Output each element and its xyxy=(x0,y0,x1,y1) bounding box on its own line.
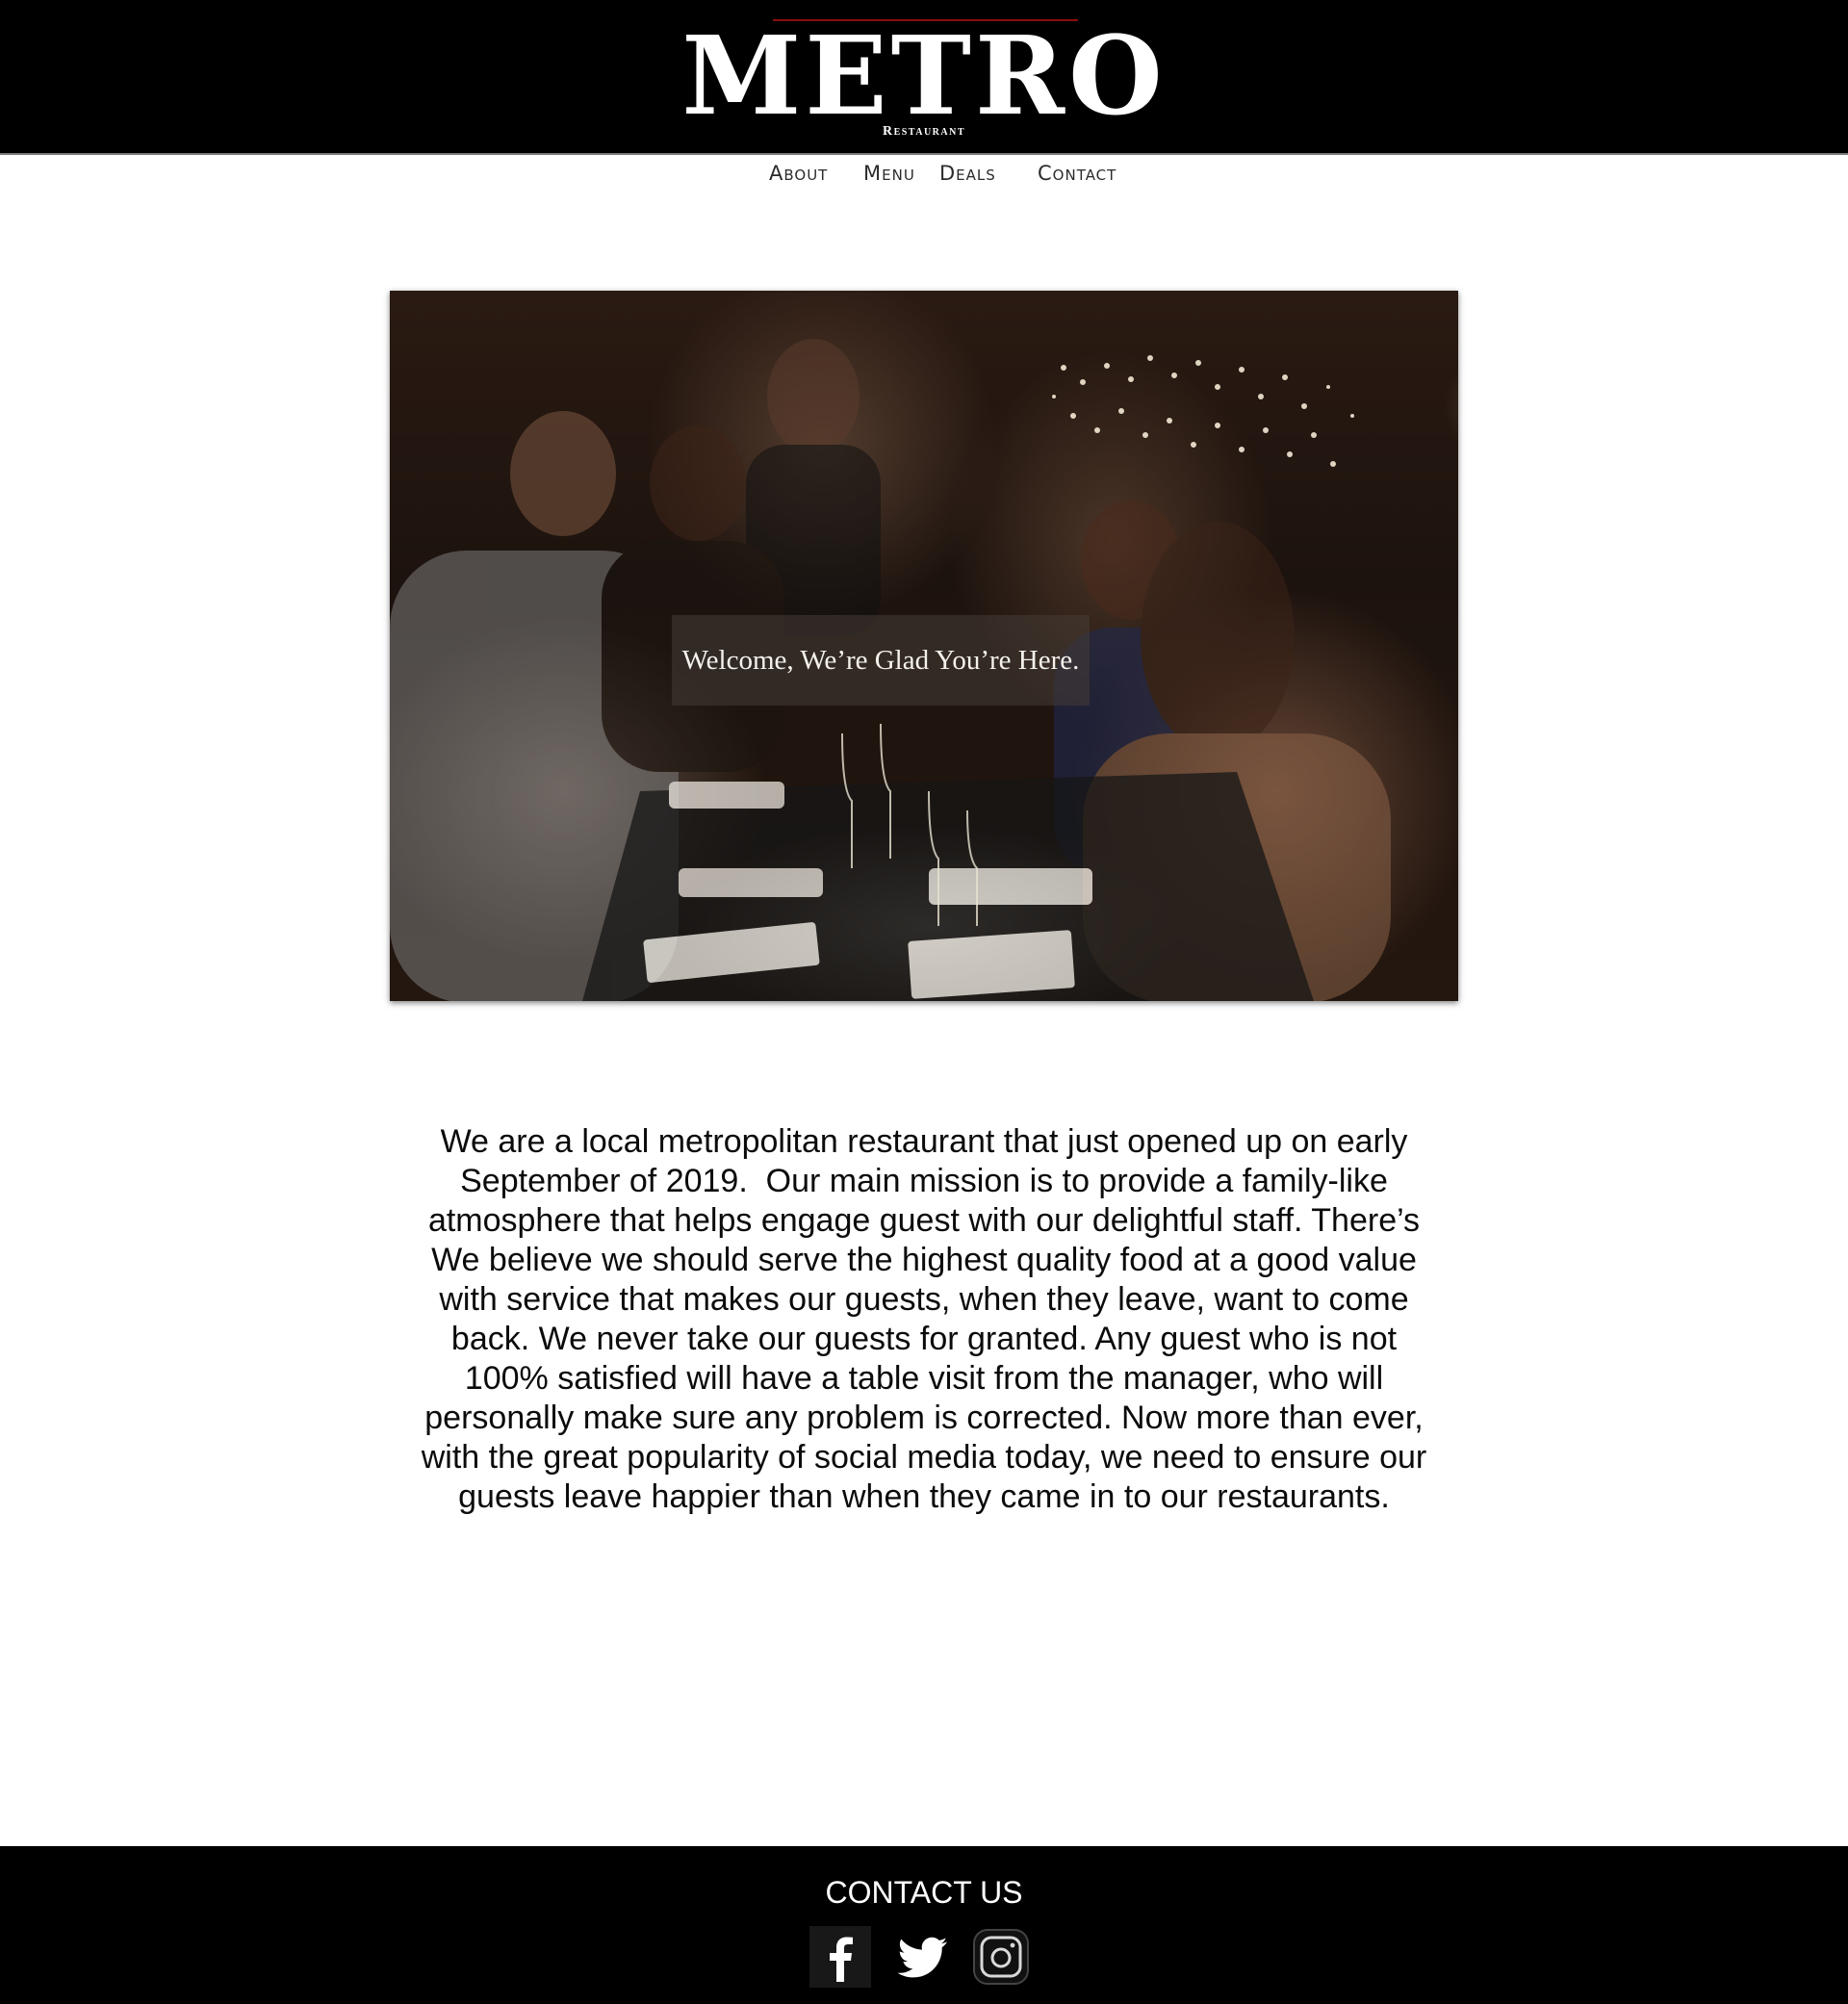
nav-deals[interactable]: Deals xyxy=(939,162,996,185)
site-logo[interactable]: METRO xyxy=(0,23,1848,131)
main-nav: About Menu Deals Contact xyxy=(0,162,1848,191)
nav-contact[interactable]: Contact xyxy=(1038,162,1116,185)
about-section: We are a local metropolitan restaurant t… xyxy=(395,1122,1453,1517)
about-line: with the great popularity of social medi… xyxy=(421,1439,1427,1476)
about-line: with service that makes our guests, when… xyxy=(439,1281,1409,1318)
footer-title: CONTACT US xyxy=(825,1875,1023,1910)
about-line: We believe we should serve the highest q… xyxy=(431,1242,1417,1278)
about-line: personally make sure any problem is corr… xyxy=(424,1400,1424,1436)
facebook-icon[interactable] xyxy=(809,1926,871,1988)
about-line: atmosphere that helps engage guest with … xyxy=(427,1202,1421,1239)
about-line: September of 2019. Our main mission is t… xyxy=(460,1163,1388,1199)
about-line: guests leave happier than when they came… xyxy=(458,1478,1390,1515)
nav-about[interactable]: About xyxy=(769,162,828,185)
twitter-icon[interactable] xyxy=(891,1926,953,1988)
instagram-icon[interactable] xyxy=(970,1926,1032,1988)
nav-menu[interactable]: Menu xyxy=(863,162,915,185)
logo-subtitle: Restaurant xyxy=(882,124,966,139)
about-line: We are a local metropolitan restaurant t… xyxy=(440,1123,1408,1160)
hero-image: Welcome, We’re Glad You’re Here. xyxy=(390,291,1458,1001)
site-header: METRO Restaurant xyxy=(0,0,1848,155)
about-line: back. We never take our guests for grant… xyxy=(450,1321,1398,1357)
hero-caption: Welcome, We’re Glad You’re Here. xyxy=(681,644,1080,676)
about-line: 100% satisfied will have a table visit f… xyxy=(464,1360,1384,1397)
site-footer: CONTACT US xyxy=(0,1846,1848,2004)
